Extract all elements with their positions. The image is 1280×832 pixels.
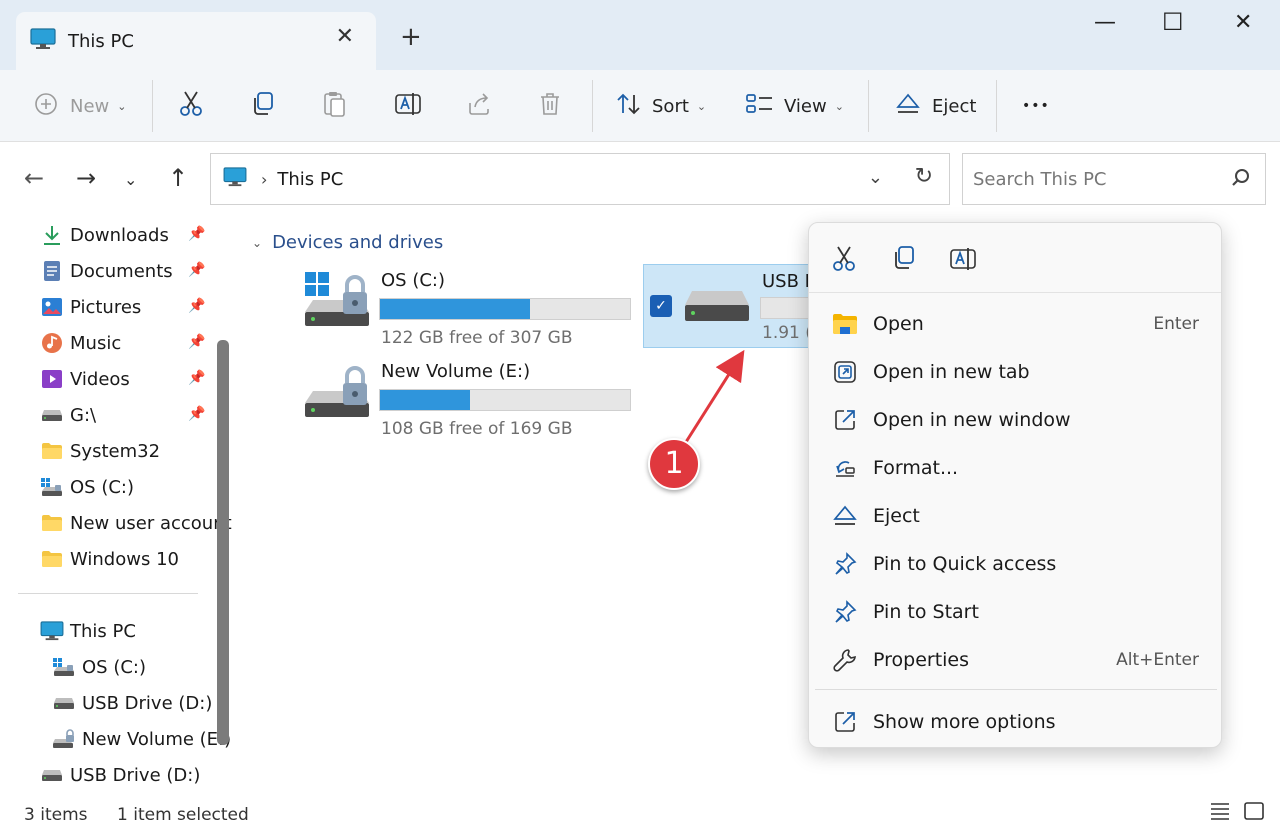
more-options-icon xyxy=(831,708,859,736)
menu-item-pin-to-start[interactable]: Pin to Start xyxy=(809,590,1221,634)
menu-shortcut: Alt+Enter xyxy=(1116,650,1199,670)
menu-item-properties[interactable]: Properties Alt+Enter xyxy=(809,638,1221,682)
menu-item-label: Properties xyxy=(873,649,970,671)
callout-1: 1 xyxy=(648,438,700,490)
status-bar: 3 items 1 item selected xyxy=(0,798,1280,832)
new-window-icon xyxy=(831,406,859,434)
menu-item-label: Open in new window xyxy=(873,409,1071,431)
menu-item-eject[interactable]: Eject xyxy=(809,494,1221,538)
menu-item-open-in-new-window[interactable]: Open in new window xyxy=(809,398,1221,442)
selection-count: 1 item selected xyxy=(117,805,249,825)
copy-button[interactable] xyxy=(891,245,917,276)
context-menu: Open Enter Open in new tab Open in new w… xyxy=(808,222,1222,748)
rename-button[interactable] xyxy=(949,245,977,278)
menu-item-label: Eject xyxy=(873,505,920,527)
pin-icon xyxy=(831,550,859,578)
menu-divider xyxy=(815,689,1217,690)
pin-icon xyxy=(831,598,859,626)
menu-item-label: Open in new tab xyxy=(873,361,1030,383)
large-icons-view-icon[interactable] xyxy=(1244,802,1264,825)
item-count: 3 items xyxy=(24,805,88,825)
menu-shortcut: Enter xyxy=(1153,314,1199,334)
menu-item-pin-to-quick-access[interactable]: Pin to Quick access xyxy=(809,542,1221,586)
menu-item-open-in-new-tab[interactable]: Open in new tab xyxy=(809,350,1221,394)
menu-item-label: Pin to Quick access xyxy=(873,553,1057,575)
menu-item-label: Format... xyxy=(873,457,959,479)
menu-item-label: Show more options xyxy=(873,711,1056,733)
menu-item-label: Pin to Start xyxy=(873,601,979,623)
menu-item-format[interactable]: Format... xyxy=(809,446,1221,490)
menu-item-show-more-options[interactable]: Show more options xyxy=(809,700,1221,744)
menu-item-label: Open xyxy=(873,313,924,335)
wrench-icon xyxy=(831,646,859,674)
folder-open-icon xyxy=(831,310,859,338)
context-quick-actions xyxy=(809,223,1221,293)
details-view-icon[interactable] xyxy=(1210,802,1230,825)
cut-button[interactable] xyxy=(831,245,857,278)
menu-item-open[interactable]: Open Enter xyxy=(809,302,1221,346)
new-tab-icon xyxy=(831,358,859,386)
eject-icon xyxy=(831,502,859,530)
format-icon xyxy=(831,454,859,482)
